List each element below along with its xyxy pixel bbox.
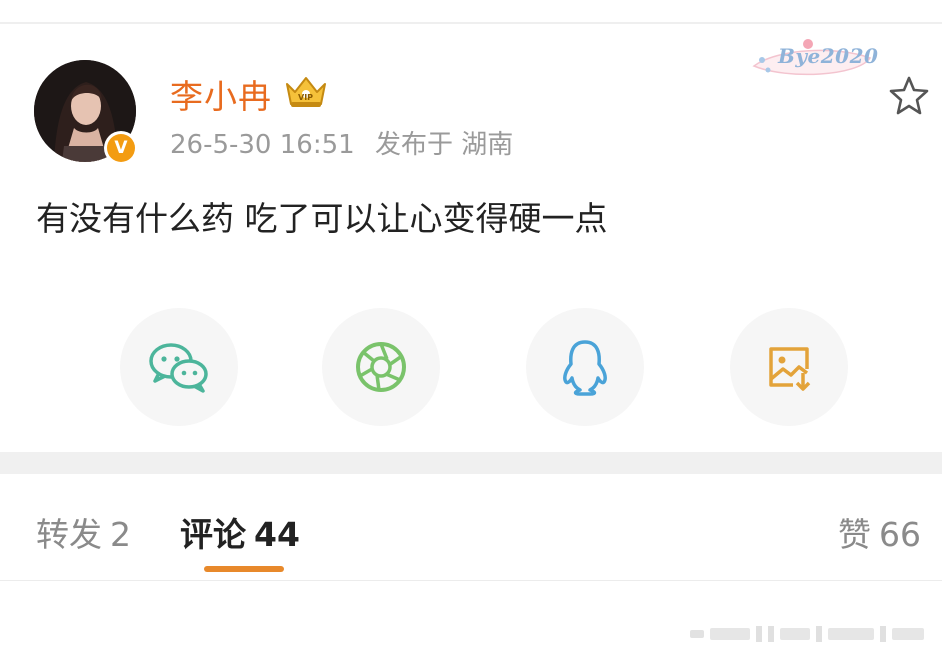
tab-likes-label: 赞 xyxy=(838,515,871,554)
active-tab-indicator xyxy=(204,566,284,572)
weibo-post-page: V 李小冉 VIP 26-5-30 16:51 发布于 湖南 Bye2020 有… xyxy=(0,0,942,656)
post-location: 发布于 湖南 xyxy=(374,130,514,160)
moments-icon xyxy=(356,342,406,392)
save-image-button[interactable] xyxy=(730,308,848,426)
top-divider xyxy=(0,22,942,24)
save-image-icon xyxy=(769,347,811,391)
tab-comments[interactable]: 评论 44 xyxy=(180,508,300,556)
share-wechat-button[interactable] xyxy=(120,308,238,426)
post-meta: 26-5-30 16:51 发布于 湖南 xyxy=(170,124,525,161)
post-text: 有没有什么药 吃了可以让心变得硬一点 xyxy=(36,199,608,238)
wechat-icon xyxy=(149,343,208,393)
tab-reposts-label: 转发 xyxy=(36,515,102,554)
tab-comments-label: 评论 xyxy=(180,515,246,554)
favorite-star-button[interactable] xyxy=(887,74,931,118)
bye2020-sticker: Bye2020 xyxy=(748,32,878,84)
svg-text:VIP: VIP xyxy=(298,93,313,102)
share-qq-button[interactable] xyxy=(526,308,644,426)
author-name[interactable]: 李小冉 xyxy=(170,70,272,118)
crown-vip-icon[interactable]: VIP xyxy=(283,72,329,110)
post-timestamp: 26-5-30 16:51 xyxy=(170,130,355,160)
verified-icon: V xyxy=(107,134,135,162)
star-icon xyxy=(889,76,929,115)
qq-icon xyxy=(563,340,607,396)
verified-badge: V xyxy=(104,131,138,165)
watermark xyxy=(690,624,930,644)
tab-likes[interactable]: 赞 66 xyxy=(838,508,921,556)
sticker-text: Bye2020 xyxy=(778,44,879,68)
section-separator xyxy=(0,452,942,474)
tab-likes-count: 66 xyxy=(879,515,921,554)
tab-comments-count: 44 xyxy=(254,515,300,554)
tab-reposts[interactable]: 转发 2 xyxy=(36,508,131,556)
tabs-divider xyxy=(0,580,942,581)
tab-reposts-count: 2 xyxy=(110,515,131,554)
share-moments-button[interactable] xyxy=(322,308,440,426)
